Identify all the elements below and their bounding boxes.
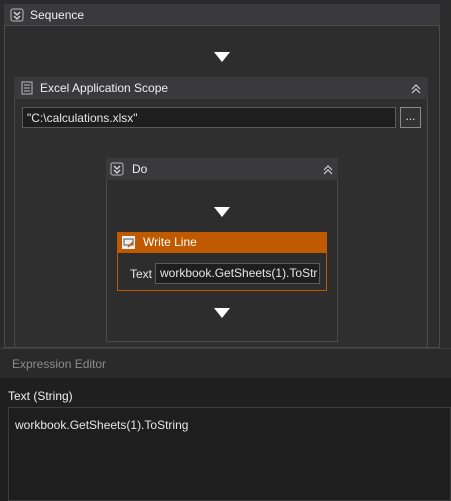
do-header[interactable]: Do [106, 158, 338, 180]
browse-button-label: ... [405, 109, 416, 123]
collapse-icon[interactable] [322, 163, 334, 175]
excel-icon [20, 81, 34, 95]
browse-button[interactable]: ... [400, 107, 421, 128]
excel-scope-title: Excel Application Scope [40, 81, 169, 95]
drop-arrow-icon [214, 52, 230, 62]
write-line-header[interactable]: Write Line [117, 232, 327, 253]
drop-arrow-icon [214, 308, 230, 318]
expression-text-area[interactable]: workbook.GetSheets(1).ToString [8, 407, 451, 501]
drop-arrow-icon [214, 207, 230, 217]
do-title: Do [132, 162, 148, 176]
write-line-title: Write Line [143, 235, 197, 249]
sequence-icon [10, 8, 24, 22]
expression-text: workbook.GetSheets(1).ToString [15, 418, 189, 432]
excel-scope-header[interactable]: Excel Application Scope [14, 77, 428, 99]
sequence-header[interactable]: Sequence [4, 4, 440, 26]
expression-editor-titlebar: Expression Editor [0, 348, 451, 378]
expression-field-label: Text (String) [8, 389, 73, 403]
sequence-title: Sequence [30, 8, 85, 22]
expression-editor-title: Expression Editor [12, 357, 107, 371]
workbook-path-input[interactable] [22, 107, 396, 128]
write-line-icon [121, 235, 136, 250]
text-property-label: Text [130, 267, 153, 281]
collapse-icon[interactable] [410, 82, 422, 94]
do-icon [110, 162, 124, 176]
text-property-input[interactable]: workbook.GetSheets(1).ToStr [155, 263, 320, 284]
